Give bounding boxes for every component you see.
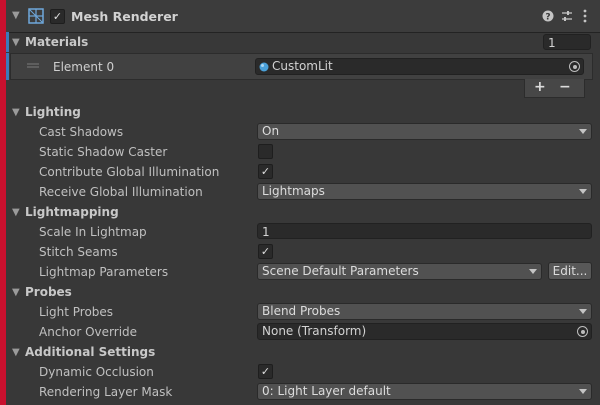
additional-settings-title: Additional Settings (25, 345, 156, 359)
object-picker-icon[interactable] (569, 61, 580, 72)
lightmapping-title: Lightmapping (25, 205, 119, 219)
probes-foldout-icon[interactable]: ▼ (12, 287, 20, 298)
material-object-field[interactable]: CustomLit (255, 58, 584, 75)
svg-text:?: ? (545, 13, 550, 23)
materials-foldout-icon[interactable]: ▼ (12, 37, 20, 48)
probes-title: Probes (25, 285, 72, 299)
remove-element-button[interactable]: − (559, 79, 571, 95)
lightmap-parameters-value: Scene Default Parameters (262, 264, 419, 278)
drag-handle-icon[interactable] (27, 63, 39, 69)
anchor-override-label: Anchor Override (39, 325, 138, 339)
material-value: CustomLit (272, 59, 333, 73)
anchor-override-value: None (Transform) (262, 324, 367, 338)
cast-shadows-dropdown[interactable]: On (257, 123, 592, 140)
chevron-down-icon (529, 269, 537, 274)
static-shadow-caster-label: Static Shadow Caster (39, 145, 168, 159)
stitch-seams-label: Stitch Seams (39, 245, 118, 259)
material-sphere-icon (259, 62, 269, 72)
add-element-button[interactable]: + (534, 79, 546, 95)
additional-settings-foldout-icon[interactable]: ▼ (12, 347, 20, 358)
chevron-down-icon (579, 389, 587, 394)
foldout-arrow-icon[interactable]: ▼ (12, 10, 20, 21)
mesh-renderer-icon (28, 8, 44, 24)
lighting-title: Lighting (25, 105, 81, 119)
receive-gi-value: Lightmaps (262, 184, 325, 198)
materials-selection-bar (6, 32, 9, 52)
chevron-down-icon (579, 309, 587, 314)
light-probes-value: Blend Probes (262, 304, 341, 318)
static-shadow-caster-checkbox[interactable] (258, 144, 273, 159)
dynamic-occlusion-label: Dynamic Occlusion (39, 365, 154, 379)
rendering-layer-mask-value: 0: Light Layer default (262, 384, 391, 398)
cast-shadows-value: On (262, 124, 280, 138)
element-0-label: Element 0 (53, 60, 115, 74)
materials-count-field[interactable]: 1 (543, 34, 591, 50)
stitch-seams-checkbox[interactable]: ✓ (258, 244, 273, 259)
receive-gi-dropdown[interactable]: Lightmaps (257, 183, 592, 200)
scale-in-lightmap-field[interactable]: 1 (257, 223, 592, 239)
materials-title: Materials (25, 35, 89, 49)
enabled-checkbox[interactable]: ✓ (50, 9, 65, 24)
lightmapping-foldout-icon[interactable]: ▼ (12, 207, 20, 218)
anchor-override-field[interactable]: None (Transform) (257, 323, 592, 340)
light-probes-label: Light Probes (39, 305, 114, 319)
rendering-layer-mask-dropdown[interactable]: 0: Light Layer default (257, 383, 592, 400)
help-icon[interactable]: ? (542, 10, 554, 22)
dynamic-occlusion-checkbox[interactable]: ✓ (258, 364, 273, 379)
contribute-gi-label: Contribute Global Illumination (39, 165, 220, 179)
contribute-gi-checkbox[interactable]: ✓ (258, 164, 273, 179)
rendering-layer-mask-label: Rendering Layer Mask (39, 385, 173, 399)
receive-gi-label: Receive Global Illumination (39, 185, 203, 199)
component-header[interactable]: ▼ ✓ Mesh Renderer ? (6, 0, 600, 33)
menu-icon[interactable] (582, 9, 588, 23)
lightmap-parameters-dropdown[interactable]: Scene Default Parameters (257, 263, 542, 280)
chevron-down-icon (579, 189, 587, 194)
element-selection-bar (6, 53, 9, 80)
scale-in-lightmap-label: Scale In Lightmap (39, 225, 147, 239)
object-picker-icon[interactable] (577, 326, 588, 337)
presets-icon[interactable] (561, 10, 573, 22)
edit-button[interactable]: Edit... (548, 262, 592, 280)
lighting-foldout-icon[interactable]: ▼ (12, 107, 20, 118)
cast-shadows-label: Cast Shadows (39, 125, 124, 139)
light-probes-dropdown[interactable]: Blend Probes (257, 303, 592, 320)
component-title: Mesh Renderer (71, 9, 178, 24)
lightmap-parameters-label: Lightmap Parameters (39, 265, 169, 279)
chevron-down-icon (579, 129, 587, 134)
